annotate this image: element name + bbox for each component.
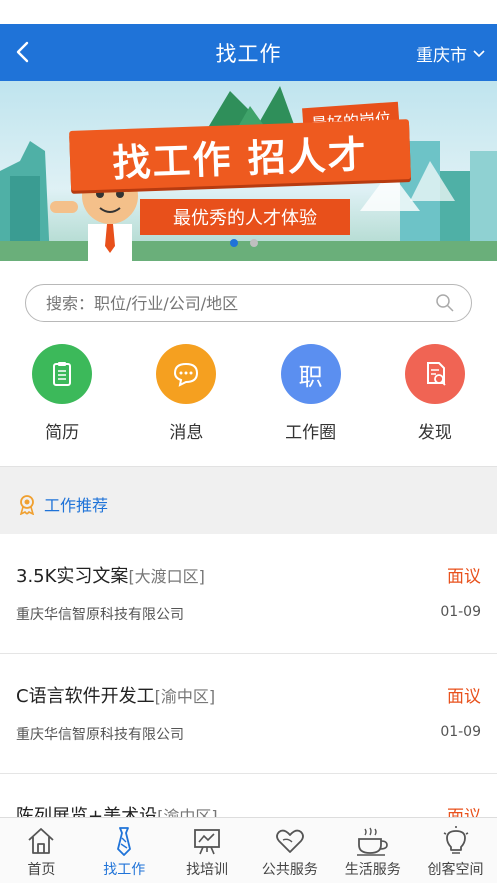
city-selector[interactable]: 重庆市: [416, 41, 485, 66]
tab-public-service[interactable]: 公共服务: [248, 818, 331, 883]
carousel-dot-active[interactable]: [230, 239, 238, 247]
section-divider: [0, 466, 497, 474]
bottom-tab-bar: 首页 找工作 找培训 公共服务 生活服务 创客空间: [0, 817, 497, 883]
discover-icon: [404, 344, 465, 404]
job-salary: 面议: [447, 687, 481, 707]
tab-label: 生活服务: [344, 862, 401, 878]
carousel-indicator: [230, 239, 258, 247]
job-area: [大渡口区]: [128, 567, 205, 586]
tab-label: 首页: [27, 862, 56, 878]
recommend-header: 工作推荐: [0, 474, 497, 534]
nav-bar: 找工作 重庆市: [0, 24, 497, 81]
resume-icon: [32, 344, 93, 404]
heart-hands-icon: [275, 829, 304, 853]
work-circle-icon: 职: [280, 344, 341, 404]
chevron-down-icon: [473, 49, 485, 57]
job-item[interactable]: C语言软件开发工[渝中区] 面议 重庆华信智原科技有限公司 01-09: [0, 654, 497, 774]
job-title-line: C语言软件开发工[渝中区]: [16, 682, 215, 708]
recommend-title: 工作推荐: [44, 496, 109, 515]
shortcut-messages[interactable]: 消息: [136, 344, 236, 466]
city-label: 重庆市: [416, 46, 467, 66]
job-title-line: 3.5K实习文案[大渡口区]: [16, 562, 205, 588]
job-salary: 面议: [447, 567, 481, 587]
job-title: 3.5K实习文案: [16, 566, 129, 587]
tab-label: 找培训: [186, 862, 229, 878]
status-bar: [0, 0, 497, 24]
shortcut-resume[interactable]: 简历: [12, 344, 112, 466]
banner-headline: 找工作 招人才: [69, 119, 411, 191]
job-company: 重庆华信智原科技有限公司: [16, 727, 184, 743]
award-ribbon-icon: [19, 495, 35, 515]
page-title: 找工作: [215, 41, 282, 66]
tab-label: 找工作: [103, 862, 146, 878]
search-icon[interactable]: [435, 293, 455, 313]
shortcut-grid: 简历 消息 职 工作圈 发现: [0, 322, 497, 466]
tie-icon: [117, 827, 132, 856]
training-board-icon: [194, 829, 220, 855]
shortcut-work-circle[interactable]: 职 工作圈: [261, 344, 361, 466]
shortcut-label: 发现: [417, 423, 452, 443]
promo-banner[interactable]: 最好的岗位 找工作 招人才 最优秀的人才体验: [0, 81, 497, 261]
tab-find-job[interactable]: 找工作: [83, 818, 166, 883]
chat-icon: [156, 344, 217, 404]
app-screen: 找工作 重庆市 最好的岗位 找工作 招: [0, 0, 497, 883]
job-title: C语言软件开发工: [16, 686, 155, 707]
coffee-cup-icon: [356, 827, 388, 856]
shortcut-label: 消息: [169, 423, 204, 443]
tab-maker-space[interactable]: 创客空间: [414, 818, 497, 883]
search-section: [0, 261, 497, 322]
shortcut-label: 简历: [45, 423, 80, 443]
job-company: 重庆华信智原科技有限公司: [16, 607, 184, 623]
job-item[interactable]: 3.5K实习文案[大渡口区] 面议 重庆华信智原科技有限公司 01-09: [0, 534, 497, 654]
home-icon: [28, 828, 55, 854]
tab-label: 公共服务: [261, 862, 318, 878]
carousel-dot[interactable]: [250, 239, 258, 247]
job-area: [渝中区]: [154, 687, 216, 706]
tab-training[interactable]: 找培训: [166, 818, 249, 883]
search-input[interactable]: [46, 293, 435, 313]
shortcut-label: 工作圈: [285, 423, 337, 443]
job-date: 01-09: [440, 724, 481, 740]
tab-label: 创客空间: [427, 862, 484, 878]
shortcut-discover[interactable]: 发现: [385, 344, 485, 466]
back-chevron-icon[interactable]: [10, 38, 38, 66]
search-box[interactable]: [25, 284, 472, 322]
tab-life-service[interactable]: 生活服务: [331, 818, 414, 883]
tab-home[interactable]: 首页: [0, 818, 83, 883]
banner-subline: 最优秀的人才体验: [140, 199, 350, 235]
job-date: 01-09: [440, 604, 481, 620]
lightbulb-icon: [443, 826, 468, 854]
